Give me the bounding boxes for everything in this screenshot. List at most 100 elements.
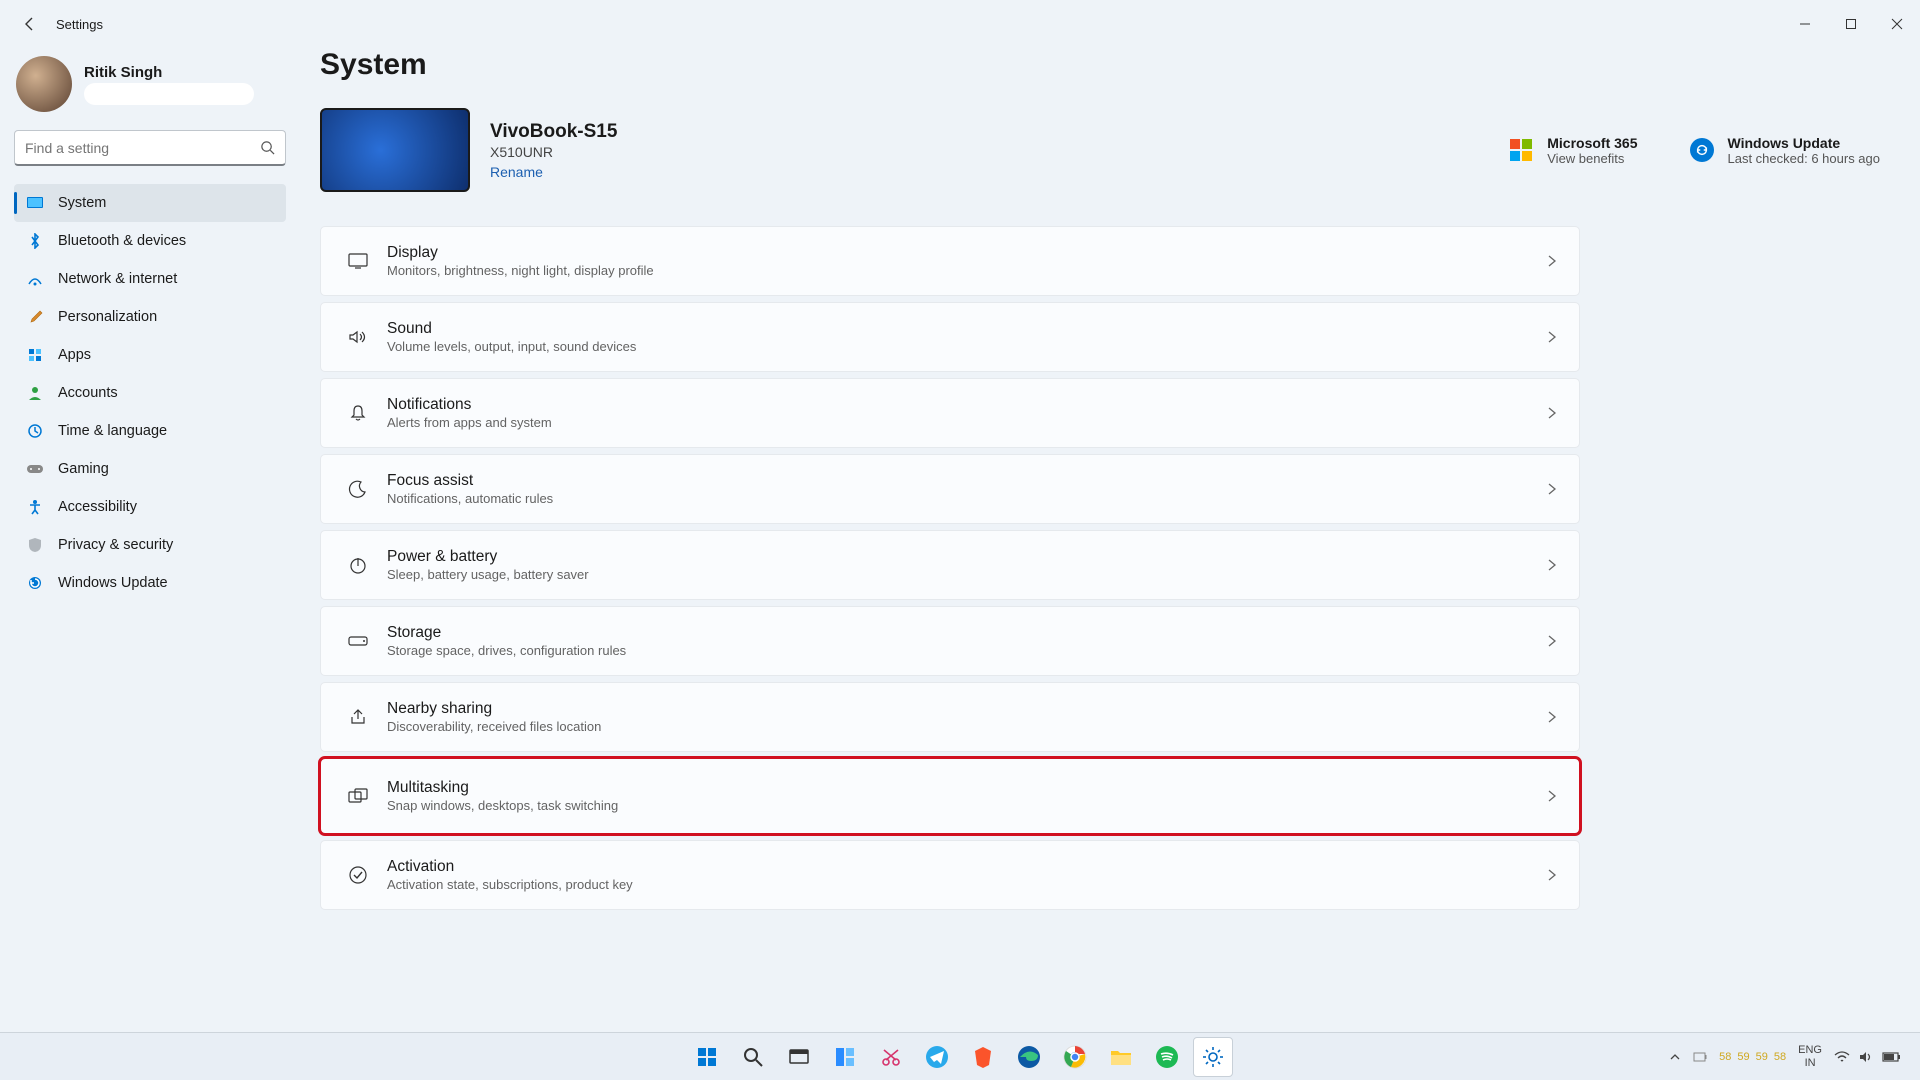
sidebar-item-bluetooth[interactable]: Bluetooth & devices <box>14 222 286 260</box>
telegram[interactable] <box>917 1037 957 1077</box>
close-button[interactable] <box>1874 8 1920 40</box>
microsoft-logo-icon <box>1507 136 1535 164</box>
rename-link[interactable]: Rename <box>490 164 617 180</box>
ms365-sub: View benefits <box>1547 151 1637 166</box>
bluetooth-icon <box>26 232 44 250</box>
setting-sub: Activation state, subscriptions, product… <box>387 877 633 892</box>
device-thumbnail[interactable] <box>320 108 470 192</box>
task-view[interactable] <box>779 1037 819 1077</box>
setting-focus[interactable]: Focus assistNotifications, automatic rul… <box>320 454 1580 524</box>
chevron-right-icon <box>1547 789 1557 803</box>
snip-tool[interactable] <box>871 1037 911 1077</box>
setting-display[interactable]: DisplayMonitors, brightness, night light… <box>320 226 1580 296</box>
ms365-card[interactable]: Microsoft 365 View benefits <box>1507 135 1637 166</box>
setting-sound[interactable]: SoundVolume levels, output, input, sound… <box>320 302 1580 372</box>
sidebar-item-accounts[interactable]: Accounts <box>14 374 286 412</box>
gaming-icon <box>26 460 44 478</box>
system-icon <box>26 194 44 212</box>
language-indicator[interactable]: ENG IN <box>1798 1044 1822 1068</box>
setting-title: Notifications <box>387 396 552 414</box>
sidebar-item-apps[interactable]: Apps <box>14 336 286 374</box>
setting-notifications[interactable]: NotificationsAlerts from apps and system <box>320 378 1580 448</box>
setting-nearby[interactable]: Nearby sharingDiscoverability, received … <box>320 682 1580 752</box>
power-icon <box>339 555 377 575</box>
setting-sub: Discoverability, received files location <box>387 719 601 734</box>
setting-title: Multitasking <box>387 779 618 797</box>
sidebar-item-label: Apps <box>58 347 91 363</box>
setting-sub: Storage space, drives, configuration rul… <box>387 643 626 658</box>
tray-chevron-icon[interactable] <box>1669 1051 1681 1063</box>
setting-title: Nearby sharing <box>387 700 601 718</box>
device-name: VivoBook-S15 <box>490 121 617 143</box>
bell-icon <box>339 403 377 423</box>
sidebar-item-accessibility[interactable]: Accessibility <box>14 488 286 526</box>
widgets[interactable] <box>825 1037 865 1077</box>
sound-icon <box>339 328 377 346</box>
setting-power[interactable]: Power & batterySleep, battery usage, bat… <box>320 530 1580 600</box>
edge[interactable] <box>1009 1037 1049 1077</box>
setting-sub: Snap windows, desktops, task switching <box>387 798 618 813</box>
profile-block[interactable]: Ritik Singh <box>14 56 286 112</box>
brave[interactable] <box>963 1037 1003 1077</box>
spotify[interactable] <box>1147 1037 1187 1077</box>
sidebar-item-label: Windows Update <box>58 575 168 591</box>
sidebar-item-network[interactable]: Network & internet <box>14 260 286 298</box>
maximize-button[interactable] <box>1828 8 1874 40</box>
multitask-icon <box>339 787 377 805</box>
apps-icon <box>26 346 44 364</box>
sidebar-item-label: Accounts <box>58 385 118 401</box>
profile-email <box>84 83 254 105</box>
sidebar-item-gaming[interactable]: Gaming <box>14 450 286 488</box>
taskbar-search[interactable] <box>733 1037 773 1077</box>
battery-small-icon[interactable] <box>1693 1052 1707 1062</box>
sidebar-item-label: Personalization <box>58 309 157 325</box>
profile-name: Ritik Singh <box>84 64 254 81</box>
sidebar-item-label: Gaming <box>58 461 109 477</box>
sidebar-item-label: Network & internet <box>58 271 177 287</box>
check-icon <box>339 865 377 885</box>
sidebar-item-system[interactable]: System <box>14 184 286 222</box>
chrome[interactable] <box>1055 1037 1095 1077</box>
setting-storage[interactable]: StorageStorage space, drives, configurat… <box>320 606 1580 676</box>
sidebar-item-update[interactable]: Windows Update <box>14 564 286 602</box>
chevron-right-icon <box>1547 330 1557 344</box>
device-model: X510UNR <box>490 144 617 160</box>
page-title: System <box>320 48 1880 82</box>
battery-icon <box>1882 1051 1902 1063</box>
network-icon <box>26 270 44 288</box>
sidebar-item-time[interactable]: Time & language <box>14 412 286 450</box>
chevron-right-icon <box>1547 634 1557 648</box>
tray-status-icons[interactable] <box>1834 1050 1902 1064</box>
sidebar-nav: System Bluetooth & devices Network & int… <box>14 184 286 602</box>
search-input[interactable] <box>25 140 260 156</box>
setting-multitasking[interactable]: MultitaskingSnap windows, desktops, task… <box>320 758 1580 834</box>
windows-update-card[interactable]: Windows Update Last checked: 6 hours ago <box>1688 135 1881 166</box>
volume-icon <box>1858 1050 1874 1064</box>
sidebar-item-personalization[interactable]: Personalization <box>14 298 286 336</box>
time-icon <box>26 422 44 440</box>
avatar <box>16 56 72 112</box>
brush-icon <box>26 308 44 326</box>
search-icon <box>260 140 275 155</box>
file-explorer[interactable] <box>1101 1037 1141 1077</box>
start-button[interactable] <box>687 1037 727 1077</box>
search-box[interactable] <box>14 130 286 166</box>
setting-title: Focus assist <box>387 472 553 490</box>
temp-readings[interactable]: 58 59 59 58 <box>1719 1051 1786 1063</box>
taskbar-center <box>687 1037 1233 1077</box>
update-icon <box>26 574 44 592</box>
titlebar: Settings <box>0 0 1920 48</box>
window-controls <box>1782 8 1920 40</box>
titlebar-title: Settings <box>56 17 103 32</box>
device-header: VivoBook-S15 X510UNR Rename Microsoft 36… <box>320 108 1880 192</box>
sidebar-item-label: Accessibility <box>58 499 137 515</box>
minimize-button[interactable] <box>1782 8 1828 40</box>
settings-app[interactable] <box>1193 1037 1233 1077</box>
setting-title: Storage <box>387 624 626 642</box>
sidebar-item-privacy[interactable]: Privacy & security <box>14 526 286 564</box>
drive-icon <box>339 634 377 648</box>
system-tray: 58 59 59 58 ENG IN <box>1669 1044 1920 1068</box>
chevron-right-icon <box>1547 710 1557 724</box>
back-button[interactable] <box>16 10 44 38</box>
setting-activation[interactable]: ActivationActivation state, subscription… <box>320 840 1580 910</box>
